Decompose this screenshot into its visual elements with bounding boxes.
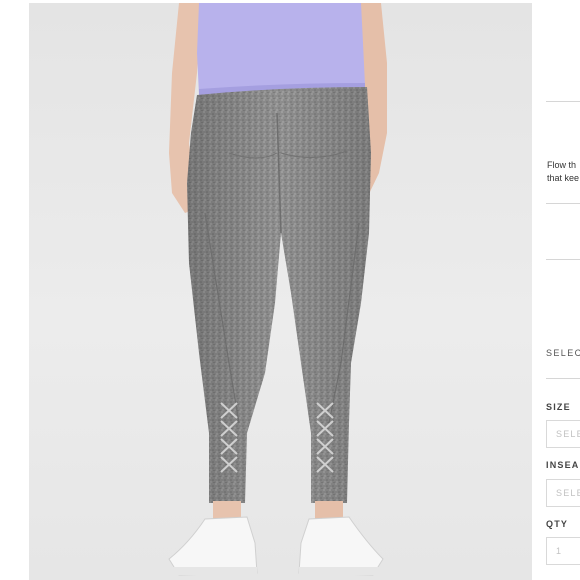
lavender-top — [197, 3, 365, 95]
divider — [546, 259, 580, 260]
size-label: SIZE — [546, 402, 571, 412]
inseam-placeholder: SELE — [556, 488, 580, 498]
sneaker-icon — [168, 516, 384, 576]
qty-input[interactable]: 1 — [546, 537, 580, 565]
divider — [546, 101, 580, 102]
size-select[interactable]: SELE — [546, 420, 580, 448]
divider — [546, 203, 580, 204]
product-details-panel: Flow th that kee SELEC SIZE SELE INSEA S… — [532, 0, 580, 580]
qty-value: 1 — [556, 546, 563, 556]
size-placeholder: SELE — [556, 429, 580, 439]
model-illustration — [168, 3, 387, 576]
qty-label: QTY — [546, 519, 569, 529]
product-description: Flow th that kee — [547, 160, 580, 183]
inseam-label: INSEA — [546, 460, 580, 470]
select-heading: SELEC — [546, 348, 580, 358]
product-photo — [29, 3, 532, 580]
inseam-select[interactable]: SELE — [546, 479, 580, 507]
divider — [546, 378, 580, 379]
